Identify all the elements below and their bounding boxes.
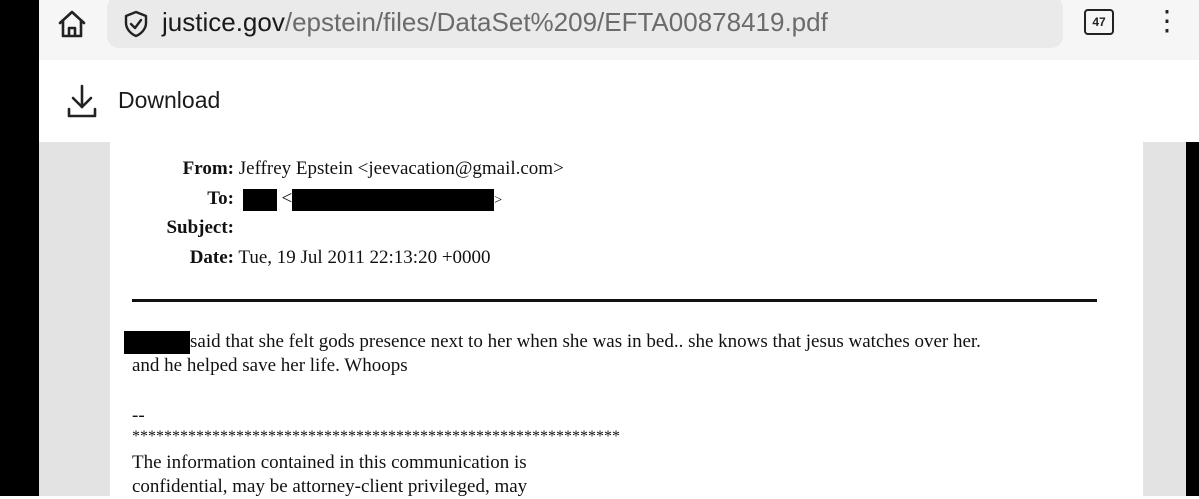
body-line: and he helped save her life. Whoops (132, 355, 408, 376)
from-value: Jeffrey Epstein <jeevacation@gmail.com> (238, 158, 564, 179)
pdf-page: From: Jeffrey Epstein <jeevacation@gmail… (110, 142, 1143, 497)
redaction-box (292, 188, 495, 211)
from-row: From: Jeffrey Epstein <jeevacation@gmail… (154, 157, 564, 181)
url-domain: justice.gov (162, 7, 285, 37)
signature-stars: ****************************************… (132, 428, 620, 445)
download-bar: Download (39, 60, 1199, 142)
body-text: said that she felt gods presence next to… (190, 331, 981, 352)
body-line: said that she felt gods presence next to… (124, 330, 981, 355)
home-button[interactable] (52, 4, 92, 44)
shield-check-icon[interactable] (121, 9, 151, 39)
redaction-box (124, 331, 190, 355)
to-gt: > (494, 193, 503, 208)
disclaimer-line: confidential, may be attorney-client pri… (132, 476, 528, 497)
home-icon (58, 10, 86, 38)
pdf-viewer[interactable]: From: Jeffrey Epstein <jeevacation@gmail… (39, 142, 1186, 497)
date-row: Date: Tue, 19 Jul 2011 22:13:20 +0000 (154, 246, 491, 270)
date-label: Date: (189, 247, 234, 268)
address-bar[interactable]: justice.gov/epstein/files/DataSet%209/EF… (107, 0, 1063, 48)
subject-row: Subject: (154, 216, 234, 240)
download-icon[interactable] (66, 83, 98, 119)
subject-label: Subject: (166, 217, 234, 238)
disclaimer-line: The information contained in this commun… (132, 452, 527, 473)
to-row: To: < > (154, 187, 502, 213)
date-value: Tue, 19 Jul 2011 22:13:20 +0000 (238, 247, 491, 268)
browser-toolbar: justice.gov/epstein/files/DataSet%209/EF… (39, 0, 1199, 60)
header-divider (132, 299, 1097, 302)
url-text[interactable]: justice.gov/epstein/files/DataSet%209/EF… (162, 2, 828, 42)
tab-switcher-button[interactable]: 47 (1084, 9, 1114, 35)
download-button[interactable]: Download (118, 85, 220, 115)
left-black-edge (0, 0, 39, 496)
to-label: To: (207, 188, 234, 209)
from-label: From: (182, 158, 234, 179)
redaction-box (242, 188, 277, 211)
more-vert-icon[interactable]: ⋮ (1153, 4, 1181, 40)
to-lt: < (281, 188, 293, 209)
url-path: /epstein/files/DataSet%209/EFTA00878419.… (284, 7, 828, 37)
